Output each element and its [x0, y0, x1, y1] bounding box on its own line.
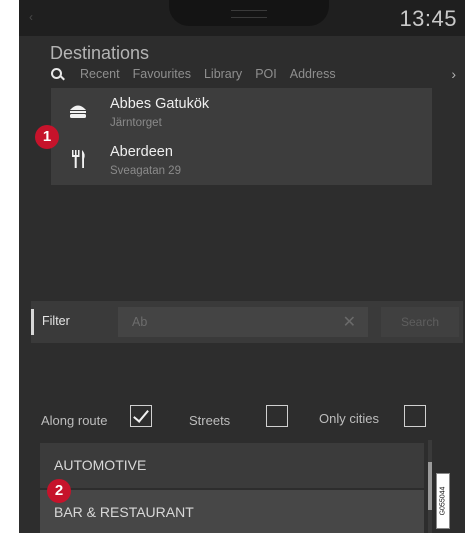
- search-options: Along route Streets Only cities: [41, 404, 461, 434]
- tab-library[interactable]: Library: [204, 67, 242, 81]
- status-bar: ‹ 13:45: [19, 0, 465, 36]
- clock: 13:45: [399, 6, 457, 31]
- tab-recent[interactable]: Recent: [80, 67, 120, 81]
- tab-poi[interactable]: POI: [255, 67, 277, 81]
- result-address: Sveagatan 29: [110, 165, 181, 177]
- result-address: Järntorget: [110, 117, 162, 129]
- category-label: AUTOMOTIVE: [54, 457, 147, 473]
- search-button[interactable]: Search: [381, 307, 459, 337]
- only-cities-label: Only cities: [319, 411, 379, 426]
- result-item[interactable]: Aberdeen Sveagatan 29: [51, 138, 432, 184]
- category-label: BAR & RESTAURANT: [54, 504, 194, 520]
- search-results-list: Abbes Gatukök Järntorget Aberdeen Sveaga…: [51, 88, 432, 185]
- tab-address[interactable]: Address: [290, 67, 336, 81]
- burger-icon: [70, 105, 86, 118]
- result-item[interactable]: Abbes Gatukök Järntorget: [51, 90, 432, 136]
- chevron-right-icon[interactable]: ›: [451, 66, 456, 82]
- along-route-checkbox[interactable]: [130, 405, 152, 427]
- filter-accent: [31, 309, 34, 335]
- callout-badge: 1: [35, 125, 59, 149]
- category-list: AUTOMOTIVE BAR & RESTAURANT: [40, 443, 424, 533]
- scrollbar[interactable]: [428, 440, 432, 533]
- figure-id-text: G055044: [439, 486, 447, 516]
- result-name: Aberdeen: [110, 144, 173, 160]
- destination-tabs: Recent Favourites Library POI Address: [50, 67, 349, 81]
- tab-favourites[interactable]: Favourites: [133, 67, 191, 81]
- figure-id-label: G055044: [436, 473, 450, 529]
- filter-input[interactable]: Ab ✕: [118, 307, 368, 337]
- callout-badge: 2: [47, 479, 71, 503]
- along-route-label: Along route: [41, 413, 108, 428]
- fork-knife-icon: [72, 150, 85, 168]
- streets-checkbox[interactable]: [266, 405, 288, 427]
- filter-bar: Filter Ab ✕ Search: [31, 301, 463, 343]
- scrollbar-thumb[interactable]: [428, 462, 432, 510]
- handle-icon: [231, 10, 267, 18]
- category-item[interactable]: BAR & RESTAURANT: [40, 490, 424, 533]
- result-name: Abbes Gatukök: [110, 96, 210, 112]
- close-icon[interactable]: ✕: [343, 312, 356, 332]
- search-icon[interactable]: [50, 67, 70, 81]
- infotainment-screen: ‹ 13:45 Destinations Recent Favourites L…: [19, 0, 465, 533]
- back-arrow-icon[interactable]: ‹: [29, 10, 33, 24]
- category-item[interactable]: AUTOMOTIVE: [40, 443, 424, 488]
- filter-label: Filter: [42, 314, 70, 328]
- filter-input-value: Ab: [132, 315, 148, 329]
- page-title: Destinations: [50, 43, 150, 63]
- pull-down-tab[interactable]: [169, 0, 329, 26]
- streets-label: Streets: [189, 413, 231, 428]
- only-cities-checkbox[interactable]: [404, 405, 426, 427]
